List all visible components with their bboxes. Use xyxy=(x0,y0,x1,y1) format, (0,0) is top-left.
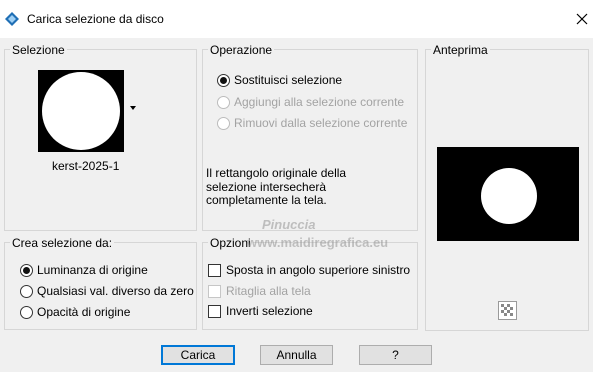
checkbox[interactable] xyxy=(208,304,221,318)
checkbox-label: Inverti selezione xyxy=(226,304,313,318)
operation-description-line-2: selezione intersecherà xyxy=(206,180,327,194)
operazione-legend: Operazione xyxy=(208,43,275,57)
selezione-group: Selezione kerst-2025-1 xyxy=(4,43,197,231)
checker-icon[interactable] xyxy=(498,301,517,320)
checkbox-inverti[interactable]: Inverti selezione xyxy=(208,304,313,318)
radio-aggiungi: Aggiungi alla selezione corrente xyxy=(217,95,404,109)
radio-label: Opacità di origine xyxy=(37,305,131,319)
radio-button[interactable] xyxy=(20,263,33,277)
radio-luminanza[interactable]: Luminanza di origine xyxy=(20,263,148,277)
chevron-down-icon[interactable] xyxy=(130,106,136,110)
crea-selezione-legend: Crea selezione da: xyxy=(10,236,115,250)
radio-label: Rimuovi dalla selezione corrente xyxy=(234,116,408,130)
radio-qualsiasi[interactable]: Qualsiasi val. diverso da zero xyxy=(20,284,194,298)
close-icon[interactable] xyxy=(572,9,592,29)
radio-button xyxy=(217,95,230,109)
radio-button xyxy=(217,116,230,130)
checkbox-ritaglia: Ritaglia alla tela xyxy=(208,284,311,298)
selezione-legend: Selezione xyxy=(10,43,67,57)
checkbox-sposta[interactable]: Sposta in angolo superiore sinistro xyxy=(208,263,410,277)
radio-opacita[interactable]: Opacità di origine xyxy=(20,305,130,319)
operation-description-line-1: Il rettangolo originale della xyxy=(206,166,347,180)
radio-button[interactable] xyxy=(20,284,33,298)
checkbox xyxy=(208,284,221,298)
checkbox[interactable] xyxy=(208,263,221,277)
checkbox-label: Sposta in angolo superiore sinistro xyxy=(226,263,411,277)
carica-button[interactable]: Carica xyxy=(161,345,235,365)
anteprima-legend: Anteprima xyxy=(431,43,490,57)
radio-label: Aggiungi alla selezione corrente xyxy=(234,95,405,109)
preview-image xyxy=(437,147,579,241)
window-title: Carica selezione da disco xyxy=(27,12,164,26)
operation-description-line-3: completamente la tela. xyxy=(206,193,327,207)
watermark-name: Pinuccia xyxy=(262,217,316,232)
radio-label: Qualsiasi val. diverso da zero xyxy=(37,284,194,298)
annulla-button[interactable]: Annulla xyxy=(260,345,333,365)
radio-rimuovi: Rimuovi dalla selezione corrente xyxy=(217,116,407,130)
app-icon xyxy=(5,12,19,26)
radio-label: Luminanza di origine xyxy=(37,263,148,277)
radio-button[interactable] xyxy=(20,305,33,319)
radio-button[interactable] xyxy=(217,73,230,87)
opzioni-legend: Opzioni xyxy=(208,236,253,250)
radio-label: Sostituisci selezione xyxy=(234,73,343,87)
checkbox-label: Ritaglia alla tela xyxy=(226,284,311,298)
title-bar: Carica selezione da disco xyxy=(0,0,593,38)
radio-sostituisci[interactable]: Sostituisci selezione xyxy=(217,73,342,87)
watermark-site: www.maidiregrafica.eu xyxy=(247,235,389,250)
help-button[interactable]: ? xyxy=(359,345,432,365)
selection-filename: kerst-2025-1 xyxy=(52,159,120,173)
selection-thumbnail[interactable] xyxy=(38,70,128,152)
